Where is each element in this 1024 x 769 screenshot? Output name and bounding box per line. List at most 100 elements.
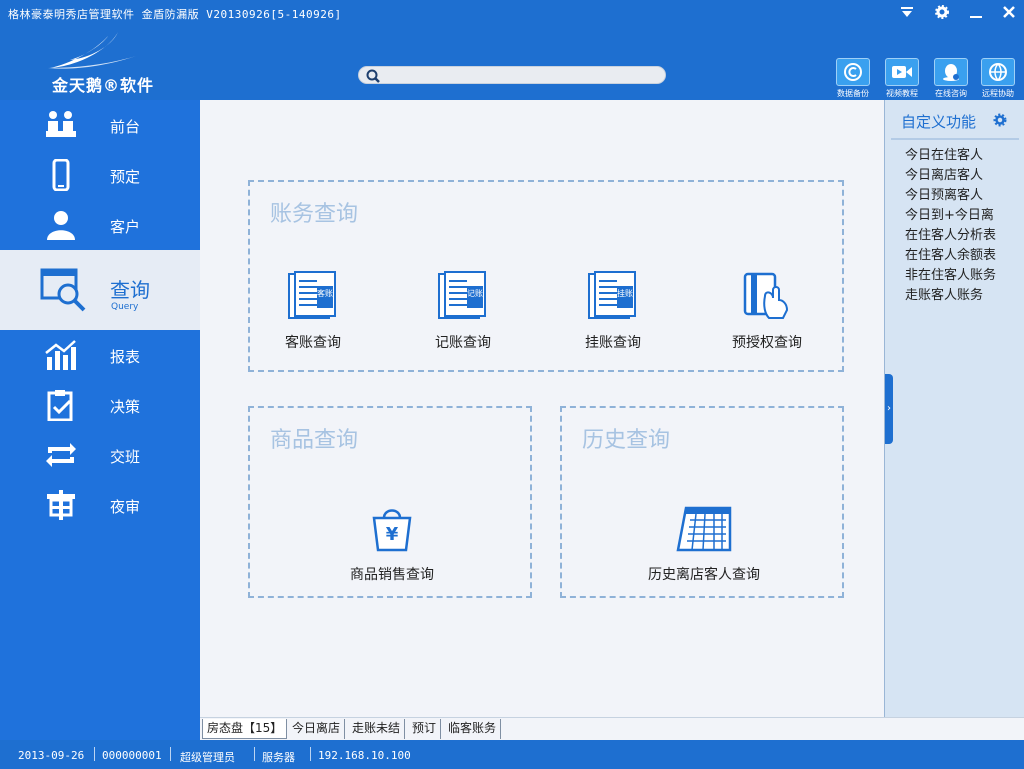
sidebar-item-night-audit[interactable]: 夜审 [0,480,200,530]
sidebar-item-customer[interactable]: 客户 [0,200,200,250]
remote-icon [989,63,1007,81]
query-icon [40,268,86,312]
window-title: 格林豪泰明秀店管理软件 金盾防漏版 V20130926[5-140926] [8,8,342,21]
video-icon [892,66,912,78]
svg-text:¥: ¥ [386,524,399,545]
user-icon [47,211,75,240]
sidebar-item-label: 交班 [110,448,141,466]
status-role: 超级管理员 [180,751,235,764]
chat-icon [943,64,959,81]
panel-title: 自定义功能 [901,113,977,131]
remote-assist-label: 远程协助 [982,89,1014,98]
history-query-section: 历史查询 历史离店客人查询 [560,406,844,598]
panel-link[interactable]: 在住客人分析表 [905,224,996,243]
panel-collapse-toggle[interactable]: › [885,374,893,444]
section-title: 历史查询 [582,428,671,453]
panel-link[interactable]: 走账客人账务 [905,284,983,303]
tag-text-top: 客账 [317,288,333,298]
sidebar-item-front-desk[interactable]: 前台 [0,100,200,150]
status-server-label: 服务器 [262,751,295,764]
settings-gear-icon[interactable] [993,113,1007,127]
panel-divider [891,138,1019,140]
sidebar-item-label: 夜审 [110,498,141,516]
panel-link[interactable]: 今日在住客人 [905,144,983,163]
sidebar-item-reservation[interactable]: 预定 [0,150,200,200]
sidebar-item-label: 客户 [110,218,141,236]
tab-room-status[interactable]: 房态盘【15】 [202,719,288,739]
search-input[interactable] [385,67,655,83]
status-separator [94,747,95,761]
preauth-query-button[interactable]: 预授权查询 [712,270,822,352]
goods-query-section: 商品查询 ¥ 商品销售查询 [248,406,532,598]
tile-label: 记账查询 [435,335,491,351]
phone-icon [52,159,70,191]
status-server-ip: 192.168.10.100 [318,749,411,762]
tile-label: 客账查询 [285,335,341,351]
app-window: 格林豪泰明秀店管理软件 金盾防漏版 V20130926[5-140926] 金天… [0,0,1024,769]
panel-link[interactable]: 今日预离客人 [905,184,983,203]
sidebar-item-label: 前台 [110,118,141,136]
guest-account-query-button[interactable]: 客账 客账查询 [258,270,368,352]
sidebar-item-decision[interactable]: 决策 [0,380,200,430]
front-desk-icon [46,111,76,137]
history-departed-query-button[interactable]: 历史离店客人查询 [639,502,769,584]
backup-icon [844,63,862,81]
status-separator [254,747,255,761]
online-consult-button[interactable]: 在线咨询 [931,58,971,98]
backup-button[interactable]: 数据备份 [833,58,873,98]
tab-today-departure[interactable]: 今日离店 [288,719,346,739]
sidebar-item-label: 预定 [110,168,141,186]
tag-text-top: 记账 [467,289,483,298]
status-date: 2013-09-26 [18,749,85,762]
online-consult-label: 在线咨询 [935,89,967,98]
tab-reservation[interactable]: 预订 [408,719,442,739]
section-title: 商品查询 [270,428,359,453]
calendar-icon [676,506,732,552]
tab-walkin-account[interactable]: 临客账务 [444,719,502,739]
panel-link[interactable]: 在住客人余额表 [905,244,996,263]
status-separator [310,747,311,761]
sidebar-item-query[interactable]: 查询 Query [0,250,200,330]
guest-account-icon: 客账 [288,271,336,319]
ledger-query-button[interactable]: 记账 记账查询 [408,270,518,352]
report-icon [45,340,76,370]
status-user-id: 000000001 [102,749,162,762]
header: 格林豪泰明秀店管理软件 金盾防漏版 V20130926[5-140926] 金天… [0,0,1024,100]
panel-link[interactable]: 今日离店客人 [905,164,983,183]
main-content: 账务查询 客账 客账查询 记账 记账查询 挂账 挂账查询 预授权查询 商品查询 … [200,100,884,717]
search-icon[interactable] [365,68,381,84]
video-tutorial-label: 视频教程 [886,89,918,98]
search-box[interactable] [358,66,666,84]
tile-label: 预授权查询 [732,335,802,351]
credit-query-button[interactable]: 挂账 挂账查询 [558,270,668,352]
ledger-icon: 记账 [438,271,486,319]
sidebar-item-report[interactable]: 报表 [0,330,200,380]
sidebar: 前台 预定 客户 查询 Query 报表 决策 交班 夜审 [0,100,200,740]
sidebar-item-label: 决策 [110,398,141,416]
close-icon[interactable] [998,3,1020,25]
decision-icon [47,390,73,421]
goods-sales-query-button[interactable]: ¥ 商品销售查询 [337,502,447,584]
panel-link[interactable]: 非在住客人账务 [905,264,996,283]
tab-unsettled[interactable]: 走账未结 [348,719,406,739]
tag-text-top: 挂账 [617,288,633,298]
video-tutorial-button[interactable]: 视频教程 [882,58,922,98]
logo-text: 金天鹅®软件 [52,76,155,95]
bottom-tab-bar: 房态盘【15】 今日离店 走账未结 预订 临客账务 [200,717,1024,739]
minimize-icon[interactable] [965,3,987,25]
gear-icon[interactable] [931,3,953,25]
remote-assist-button[interactable]: 远程协助 [978,58,1018,98]
panel-link[interactable]: 今日到+今日离 [905,204,994,223]
section-title: 账务查询 [270,202,359,227]
custom-functions-panel: 自定义功能 今日在住客人 今日离店客人 今日预离客人 今日到+今日离 在住客人分… [884,100,1024,717]
card-icon [743,272,789,319]
credit-icon: 挂账 [588,271,636,319]
backup-label: 数据备份 [837,89,869,98]
sidebar-item-label: 报表 [110,348,141,366]
tile-label: 挂账查询 [585,335,641,351]
sidebar-item-sublabel: Query [111,302,139,312]
account-query-section: 账务查询 客账 客账查询 记账 记账查询 挂账 挂账查询 预授权查询 [248,180,844,372]
dropdown-icon[interactable] [896,3,918,25]
sidebar-item-shift[interactable]: 交班 [0,430,200,480]
logo: 金天鹅®软件 [40,28,170,96]
